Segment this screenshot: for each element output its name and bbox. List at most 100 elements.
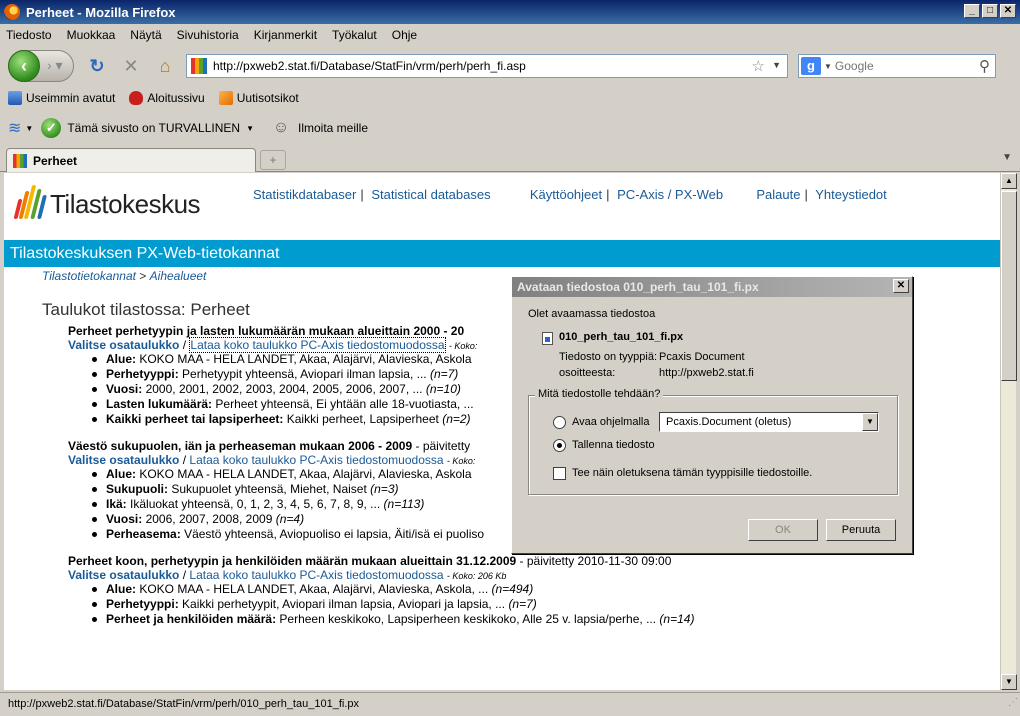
link-yhteystiedot[interactable]: Yhteystiedot [815, 187, 887, 202]
close-window-button[interactable]: ✕ [1000, 4, 1016, 18]
back-button[interactable]: ‹ [8, 50, 40, 82]
bookmark-news-headlines[interactable]: Uutisotsikot [218, 91, 299, 105]
table-title-text: Väestö sukupuolen, iän ja perheaseman mu… [68, 439, 413, 453]
link-kayttoohjeet[interactable]: Käyttöohjeet [530, 187, 602, 202]
stop-icon[interactable]: ✕ [120, 55, 142, 77]
scrollbar-thumb[interactable] [1001, 191, 1017, 381]
search-bar[interactable]: g ▼ ⚲ [798, 54, 996, 78]
menu-sivuhistoria[interactable]: Sivuhistoria [177, 28, 239, 42]
maximize-button[interactable]: □ [982, 4, 998, 18]
variable-name: Alue: [106, 467, 136, 481]
select-subtable-link[interactable]: Valitse osataulukko [68, 568, 179, 582]
action-group-legend: Mitä tiedostolle tehdään? [535, 388, 664, 400]
variable-name: Perhetyyppi: [106, 597, 179, 611]
url-bar[interactable]: http://pxweb2.stat.fi/Database/StatFin/v… [186, 54, 788, 78]
page-scrollbar[interactable]: ▲ ▼ [1000, 173, 1017, 690]
tilastokeskus-logo[interactable]: Tilastokeskus [13, 185, 201, 223]
dialog-filename: 010_perh_tau_101_fi.px [559, 331, 684, 343]
menu-tyokalut[interactable]: Työkalut [332, 28, 377, 42]
download-pcaxis-link[interactable]: Lataa koko taulukko PC-Axis tiedostomuod… [189, 568, 443, 582]
variable-count: (n=7) [508, 597, 537, 611]
menu-tiedosto[interactable]: Tiedosto [6, 28, 52, 42]
tab-list-icon[interactable]: ▼ [1002, 152, 1012, 163]
select-subtable-link[interactable]: Valitse osataulukko [68, 338, 179, 352]
variable-values: Sukupuolet yhteensä, Miehet, Naiset [171, 482, 367, 496]
variable-name: Vuosi: [106, 382, 143, 396]
page-banner: Tilastokeskuksen PX-Web-tietokannat [4, 240, 1000, 267]
tab-title: Perheet [33, 153, 78, 168]
wot-signal-icon[interactable]: ≋ [8, 118, 21, 138]
variable-values: Perheet yhteensä, Ei yhtään alle 18-vuot… [215, 397, 474, 411]
link-palaute[interactable]: Palaute [756, 187, 800, 202]
select-subtable-link[interactable]: Valitse osataulukko [68, 453, 179, 467]
link-pc-axis[interactable]: PC-Axis / PX-Web [617, 187, 723, 202]
download-pcaxis-link[interactable]: Lataa koko taulukko PC-Axis tiedostomuod… [189, 453, 443, 467]
save-file-radio[interactable] [553, 439, 566, 452]
search-input[interactable] [834, 59, 965, 73]
list-item: Perhetyyppi: Kaikki perhetyypit, Aviopar… [90, 597, 968, 612]
link-statistical-databases[interactable]: Statistical databases [371, 187, 490, 202]
dialog-close-button[interactable]: ✕ [893, 279, 909, 293]
menu-nayta[interactable]: Näytä [130, 28, 161, 42]
open-with-label[interactable]: Avaa ohjelmalla [572, 416, 649, 428]
url-text[interactable]: http://pxweb2.stat.fi/Database/StatFin/v… [213, 59, 526, 73]
menu-kirjanmerkit[interactable]: Kirjanmerkit [254, 28, 317, 42]
bookmark-label: Aloitussivu [147, 91, 205, 105]
menubar: Tiedosto Muokkaa Näytä Sivuhistoria Kirj… [0, 24, 1020, 45]
home-icon[interactable]: ⌂ [154, 55, 176, 77]
wot-report-link[interactable]: Ilmoita meille [298, 121, 368, 135]
variable-count: (n=113) [383, 497, 425, 511]
chevron-down-icon[interactable]: ▼ [862, 413, 878, 431]
file-type-label: Tiedosto on tyyppiä: [559, 351, 658, 363]
download-pcaxis-link[interactable]: Lataa koko taulukko PC-Axis tiedostomuod… [189, 337, 446, 353]
scroll-up-icon[interactable]: ▲ [1001, 173, 1017, 189]
application-select[interactable]: Pcaxis.Document (oletus) ▼ [659, 412, 879, 432]
resize-grip-icon[interactable]: ⋰ [1008, 692, 1018, 714]
menu-muokkaa[interactable]: Muokkaa [67, 28, 116, 42]
window-title: Perheet - Mozilla Firefox [26, 4, 176, 20]
search-icon[interactable]: ⚲ [979, 57, 990, 75]
forward-button[interactable]: › ▾ [47, 57, 63, 74]
new-tab-button[interactable]: + [260, 150, 286, 170]
variable-values: KOKO MAA - HELA LANDET, Akaa, Alajärvi, … [139, 467, 472, 481]
reload-icon[interactable]: ↻ [86, 55, 108, 77]
link-statistikdatabaser[interactable]: Statistikdatabaser [253, 187, 356, 202]
variable-count: (n=10) [425, 382, 461, 396]
url-history-dropdown-icon[interactable]: ▼ [772, 60, 781, 70]
variable-values: KOKO MAA - HELA LANDET, Akaa, Alajärvi, … [139, 582, 489, 596]
separator: | [360, 187, 364, 202]
wot-status[interactable]: Tämä sivusto on TURVALLINEN [67, 121, 240, 135]
bookmark-most-visited[interactable]: Useimmin avatut [8, 91, 115, 105]
download-dialog: Avataan tiedostoa 010_perh_tau_101_fi.px… [511, 276, 913, 554]
variable-name: Alue: [106, 352, 136, 366]
cancel-button[interactable]: Peruuta [826, 519, 896, 541]
default-action-label[interactable]: Tee näin oletuksena tämän tyyppisille ti… [572, 467, 812, 479]
default-action-checkbox[interactable] [553, 467, 566, 480]
window-titlebar: Perheet - Mozilla Firefox _ □ ✕ [0, 0, 1020, 24]
ok-button[interactable]: OK [748, 519, 818, 541]
variable-count: (n=494) [491, 582, 534, 596]
variable-name: Lasten lukumäärä: [106, 397, 213, 411]
tab-favicon-icon [13, 153, 27, 168]
minimize-button[interactable]: _ [964, 4, 980, 18]
tab-bar: Perheet + ▼ [0, 146, 1020, 172]
google-icon[interactable]: g [801, 57, 821, 75]
search-engine-dropdown-icon[interactable]: ▼ [824, 62, 832, 71]
bookmark-start-page[interactable]: Aloitussivu [129, 91, 205, 105]
bookmark-label: Uutisotsikot [236, 91, 299, 105]
table-links: Valitse osataulukko / Lataa koko taulukk… [68, 568, 507, 582]
table-title: Perheet koon, perhetyypin ja henkilöiden… [68, 554, 968, 568]
save-file-label[interactable]: Tallenna tiedosto [572, 439, 655, 451]
bookmark-star-icon[interactable]: ☆ [752, 57, 765, 75]
wot-dropdown-icon[interactable]: ▼ [25, 124, 33, 133]
start-page-icon [129, 91, 144, 105]
scroll-down-icon[interactable]: ▼ [1001, 674, 1017, 690]
breadcrumb-aihealueet[interactable]: Aihealueet [150, 269, 207, 283]
variable-name: Perhetyyppi: [106, 367, 179, 381]
breadcrumb-tilastotietokannat[interactable]: Tilastotietokannat [42, 269, 136, 283]
menu-ohje[interactable]: Ohje [392, 28, 417, 42]
tab-perheet[interactable]: Perheet [6, 148, 256, 172]
variable-name: Ikä: [106, 497, 127, 511]
wot-status-dropdown-icon[interactable]: ▼ [246, 124, 254, 133]
open-with-radio[interactable] [553, 416, 566, 429]
